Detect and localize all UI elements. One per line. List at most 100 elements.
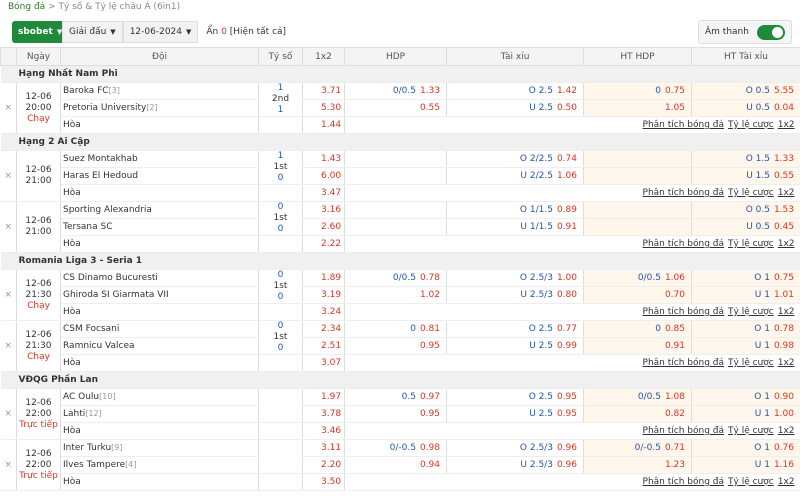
x12-link[interactable]: 1x2 (778, 120, 795, 130)
odds-hdp-away[interactable]: 0.95 (344, 405, 447, 423)
away-team[interactable]: Ramnicu Valcea (60, 337, 259, 355)
odds-1x2-home[interactable]: 3.11 (302, 439, 345, 457)
match-status[interactable]: Trực tiếp (19, 420, 58, 430)
analysis-link[interactable]: Phân tích bóng đá (643, 188, 724, 198)
analysis-link[interactable]: Phân tích bóng đá (643, 477, 724, 487)
x12-link[interactable]: 1x2 (778, 188, 795, 198)
x12-link[interactable]: 1x2 (778, 307, 795, 317)
odds-ht-over[interactable]: O 0.5 5.55 (691, 82, 800, 100)
league-name[interactable]: Hạng 2 Ai Cập (0, 133, 800, 151)
x12-link[interactable]: 1x2 (778, 426, 795, 436)
odds-ht-hdp-away[interactable]: 1.05 (583, 99, 692, 117)
odds-1x2-away[interactable]: 2.60 (302, 218, 345, 236)
odds-1x2-home[interactable]: 1.89 (302, 269, 345, 287)
x12-link[interactable]: 1x2 (778, 239, 795, 249)
match-score[interactable] (258, 388, 303, 423)
hide-match-button[interactable]: × (0, 439, 17, 491)
hide-match-button[interactable]: × (0, 201, 17, 253)
odds-1x2-away[interactable]: 6.00 (302, 167, 345, 185)
odds-1x2-home[interactable]: 3.71 (302, 82, 345, 100)
odds-ht-hdp-home[interactable]: 0 0.75 (583, 82, 692, 100)
odds-1x2-draw[interactable]: 3.24 (302, 303, 345, 321)
home-team[interactable]: Suez Montakhab (60, 150, 259, 168)
odds-under[interactable]: U 2.5/3 0.80 (446, 286, 584, 304)
odds-history-link[interactable]: Tỷ lệ cược (728, 358, 774, 368)
odds-history-link[interactable]: Tỷ lệ cược (728, 307, 774, 317)
odds-hdp-away[interactable]: 1.02 (344, 286, 447, 304)
bookmaker-select[interactable]: sbobet ▼ (12, 21, 62, 43)
home-team[interactable]: CSM Focsani (60, 320, 259, 338)
odds-over[interactable]: O 1/1.5 0.89 (446, 201, 584, 219)
league-filter-button[interactable]: Giải đấu ▼ (62, 21, 123, 43)
odds-ht-under[interactable]: U 1 1.01 (691, 286, 800, 304)
odds-under[interactable]: U 1/1.5 0.91 (446, 218, 584, 236)
odds-under[interactable]: U 2.5 0.99 (446, 337, 584, 355)
odds-1x2-draw[interactable]: 1.44 (302, 116, 345, 134)
hide-match-button[interactable]: × (0, 150, 17, 202)
analysis-link[interactable]: Phân tích bóng đá (643, 120, 724, 130)
breadcrumb-home[interactable]: Bóng đá (8, 2, 45, 12)
match-score[interactable]: 1 2nd 1 (258, 82, 303, 117)
odds-under[interactable]: U 2/2.5 1.06 (446, 167, 584, 185)
odds-hdp-home[interactable] (344, 201, 447, 219)
odds-ht-over[interactable]: O 1.5 1.33 (691, 150, 800, 168)
match-score[interactable]: 0 1st 0 (258, 269, 303, 304)
odds-history-link[interactable]: Tỷ lệ cược (728, 477, 774, 487)
league-name[interactable]: Romania Liga 3 - Seria 1 (0, 252, 800, 270)
odds-history-link[interactable]: Tỷ lệ cược (728, 188, 774, 198)
odds-over[interactable]: O 2.5 0.95 (446, 388, 584, 406)
odds-ht-hdp-home[interactable]: 0/0.5 1.06 (583, 269, 692, 287)
odds-under[interactable]: U 2.5/3 0.96 (446, 456, 584, 474)
odds-1x2-draw[interactable]: 3.46 (302, 422, 345, 440)
odds-ht-hdp-home[interactable] (583, 150, 692, 168)
odds-under[interactable]: U 2.5 0.95 (446, 405, 584, 423)
odds-ht-under[interactable]: U 1.5 0.55 (691, 167, 800, 185)
odds-hdp-away[interactable]: 0.95 (344, 337, 447, 355)
odds-1x2-home[interactable]: 1.43 (302, 150, 345, 168)
odds-ht-under[interactable]: U 0.5 0.04 (691, 99, 800, 117)
odds-1x2-away[interactable]: 3.19 (302, 286, 345, 304)
odds-ht-hdp-away[interactable]: 0.91 (583, 337, 692, 355)
hide-match-button[interactable]: × (0, 320, 17, 372)
odds-ht-over[interactable]: O 0.5 1.53 (691, 201, 800, 219)
odds-hdp-home[interactable]: 0/-0.5 0.98 (344, 439, 447, 457)
match-score[interactable]: 0 1st 0 (258, 201, 303, 236)
odds-ht-hdp-home[interactable]: 0/-0.5 0.71 (583, 439, 692, 457)
odds-ht-under[interactable]: U 1 0.98 (691, 337, 800, 355)
show-all-link[interactable]: [Hiện tất cả] (230, 27, 286, 37)
odds-hdp-away[interactable] (344, 167, 447, 185)
x12-link[interactable]: 1x2 (778, 477, 795, 487)
odds-1x2-draw[interactable]: 3.47 (302, 184, 345, 202)
home-team[interactable]: Inter Turku[9] (60, 439, 259, 457)
match-status[interactable]: Chạy (27, 114, 50, 124)
odds-1x2-home[interactable]: 1.97 (302, 388, 345, 406)
away-team[interactable]: Ilves Tampere[4] (60, 456, 259, 474)
analysis-link[interactable]: Phân tích bóng đá (643, 426, 724, 436)
odds-over[interactable]: O 2/2.5 0.74 (446, 150, 584, 168)
away-team[interactable]: Tersana SC (60, 218, 259, 236)
match-score[interactable]: 0 1st 0 (258, 320, 303, 355)
odds-over[interactable]: O 2.5 0.77 (446, 320, 584, 338)
odds-ht-hdp-away[interactable] (583, 218, 692, 236)
sound-toggle[interactable] (756, 24, 785, 40)
odds-over[interactable]: O 2.5/3 0.96 (446, 439, 584, 457)
x12-link[interactable]: 1x2 (778, 358, 795, 368)
odds-1x2-away[interactable]: 3.78 (302, 405, 345, 423)
league-name[interactable]: VĐQG Phần Lan (0, 371, 800, 389)
odds-hdp-home[interactable]: 0/0.5 0.78 (344, 269, 447, 287)
odds-ht-under[interactable]: U 1 1.16 (691, 456, 800, 474)
odds-history-link[interactable]: Tỷ lệ cược (728, 426, 774, 436)
away-team[interactable]: Haras El Hedoud (60, 167, 259, 185)
home-team[interactable]: Baroka FC[3] (60, 82, 259, 100)
match-score[interactable] (258, 439, 303, 474)
home-team[interactable]: AC Oulu[10] (60, 388, 259, 406)
odds-history-link[interactable]: Tỷ lệ cược (728, 239, 774, 249)
odds-1x2-draw[interactable]: 3.07 (302, 354, 345, 372)
away-team[interactable]: Ghiroda SI Giarmata VII (60, 286, 259, 304)
odds-history-link[interactable]: Tỷ lệ cược (728, 120, 774, 130)
odds-1x2-draw[interactable]: 3.50 (302, 473, 345, 491)
odds-1x2-home[interactable]: 3.16 (302, 201, 345, 219)
match-status[interactable]: Trực tiếp (19, 471, 58, 481)
odds-1x2-away[interactable]: 2.51 (302, 337, 345, 355)
hide-match-button[interactable]: × (0, 269, 17, 321)
